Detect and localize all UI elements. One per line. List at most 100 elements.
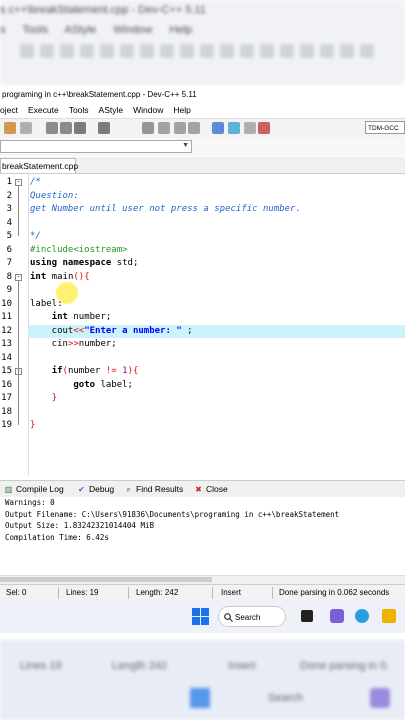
- line-number: 1: [6, 177, 12, 187]
- code-line[interactable]: label:: [30, 298, 63, 312]
- menu-item-tools[interactable]: Tools: [69, 103, 89, 117]
- line-number: 2: [6, 190, 12, 201]
- check-icon[interactable]: [228, 122, 240, 134]
- ghost-title: s c++\breakStatement.cpp - Dev-C++ 5.11: [0, 4, 206, 16]
- ghost-mode: Insert: [228, 660, 256, 672]
- menu-item-help[interactable]: Help: [173, 103, 190, 117]
- code-line[interactable]: int number;: [30, 311, 112, 325]
- log-line: Output Filename: C:\Users\91836\Document…: [5, 509, 340, 519]
- taskbar: Search: [0, 601, 405, 633]
- line-number: 12: [1, 325, 12, 336]
- fold-toggle-icon[interactable]: -: [15, 273, 22, 281]
- fold-toggle-icon[interactable]: -: [15, 179, 22, 186]
- panel-tab-label: Find Results: [136, 484, 184, 494]
- window-title-bar: programing in c++\breakStatement.cpp - D…: [0, 88, 405, 102]
- menu-item-astyle[interactable]: AStyle: [99, 103, 124, 117]
- undo-icon[interactable]: [4, 122, 16, 134]
- indent-icon[interactable]: [74, 122, 86, 134]
- tab-compile-log[interactable]: ▥ Compile Log: [4, 483, 64, 495]
- tab-debug[interactable]: ✔ Debug: [77, 483, 114, 495]
- code-line[interactable]: int main(){: [30, 271, 90, 285]
- log-line: Compilation Time: 6.42s: [5, 532, 109, 542]
- task-view-icon[interactable]: [301, 610, 313, 622]
- code-line[interactable]: /*: [30, 176, 41, 190]
- ghost-toolbar: [20, 44, 400, 62]
- menu-item-window[interactable]: Window: [133, 103, 163, 117]
- function-combo[interactable]: ▼: [0, 140, 192, 153]
- tab-close[interactable]: ✖ Close: [194, 483, 228, 495]
- line-number: 19: [1, 420, 12, 430]
- code-line[interactable]: cin>>number;: [30, 338, 117, 352]
- compiler-select[interactable]: TDM-GCC: [365, 121, 405, 134]
- log-line: Output Size: 1.83242321014404 MiB: [5, 521, 155, 530]
- fold-guide: [18, 186, 19, 236]
- fold-guide: [18, 280, 19, 425]
- log-line: Warnings: 0: [5, 498, 55, 507]
- line-number: 18: [1, 406, 12, 417]
- ghost-parse: Done parsing in 0.: [300, 660, 390, 672]
- ghost-length: Length 242: [112, 660, 168, 672]
- taskbar-search-label: Search: [235, 613, 261, 622]
- line-number: 15: [1, 366, 12, 376]
- debug-icon[interactable]: [258, 122, 270, 134]
- edge-icon[interactable]: [355, 609, 369, 623]
- menu-item-oject[interactable]: oject: [0, 103, 18, 117]
- code-line[interactable]: Question:: [30, 190, 79, 204]
- search-icon[interactable]: [46, 122, 58, 134]
- class-browser-row: ▼: [0, 138, 405, 156]
- unindent-icon[interactable]: [98, 122, 110, 134]
- tab-find-results[interactable]: ⌕ Find Results: [124, 483, 183, 495]
- line-number: 6: [6, 244, 12, 255]
- horizontal-scrollbar[interactable]: [0, 575, 405, 584]
- ghost-windows-icon: [190, 688, 210, 708]
- stop-icon[interactable]: [244, 122, 256, 134]
- line-number: 4: [6, 217, 12, 228]
- find-results-icon: ⌕: [126, 484, 131, 494]
- code-editor[interactable]: 1-/* 2 Question: 3 get Number until user not…: [0, 174, 405, 476]
- code-line[interactable]: get Number until user not press a specif…: [30, 203, 301, 217]
- status-mode: Insert: [221, 588, 242, 597]
- tab-breakstatement[interactable]: breakStatement.cpp: [0, 158, 78, 173]
- compile-log: Warnings: 0 Output Filename: C:\Users\918…: [0, 497, 405, 575]
- redo-icon[interactable]: [20, 122, 32, 134]
- rebuild-icon[interactable]: [212, 122, 224, 134]
- code-line[interactable]: goto label;: [30, 379, 133, 393]
- compile-icon[interactable]: [158, 122, 170, 134]
- line-number: 17: [1, 393, 12, 403]
- scrollbar-thumb[interactable]: [0, 577, 212, 582]
- line-number: 8: [6, 271, 12, 282]
- ghost-lines: Lines 19: [20, 660, 62, 672]
- chevron-down-icon[interactable]: ▼: [182, 142, 189, 149]
- menu-item-execute[interactable]: Execute: [28, 103, 59, 117]
- panel-tab-label: Compile Log: [16, 484, 64, 494]
- replace-icon[interactable]: [60, 122, 72, 134]
- code-line[interactable]: */: [30, 230, 41, 244]
- code-line[interactable]: if(number != 1){: [30, 365, 139, 379]
- code-line[interactable]: cout<<"Enter a number: " ;: [30, 325, 193, 339]
- search-icon: [224, 613, 233, 622]
- code-line[interactable]: }: [30, 419, 35, 433]
- windows-start-icon[interactable]: [192, 608, 209, 625]
- menu-bar: oject Execute Tools AStyle Window Help: [0, 103, 405, 117]
- toolbar: TDM-GCC: [0, 118, 405, 139]
- bookmark-icon[interactable]: [142, 122, 154, 134]
- output-panel-tabs: ▥ Compile Log ✔ Debug ⌕ Find Results ✖ Close: [0, 480, 405, 497]
- code-line[interactable]: #include<iostream>: [30, 244, 128, 258]
- line-number: 13: [1, 339, 12, 349]
- code-line[interactable]: using namespace std;: [30, 257, 138, 271]
- compile-run-icon[interactable]: [188, 122, 200, 134]
- teams-icon[interactable]: [330, 609, 344, 623]
- line-number: 16: [1, 379, 12, 390]
- code-line[interactable]: }: [30, 392, 57, 406]
- panel-tab-label: Debug: [89, 484, 115, 494]
- line-number: 10: [1, 298, 12, 309]
- status-bar: Sel: 0 Lines: 19 Length: 242 Insert Done…: [0, 584, 405, 601]
- window-title: programing in c++\breakStatement.cpp - D…: [2, 90, 197, 99]
- line-number: 3: [6, 204, 12, 214]
- run-icon[interactable]: [174, 122, 186, 134]
- line-number: 11: [1, 312, 12, 322]
- ghost-search: Search: [268, 692, 303, 704]
- compile-log-icon: ▥: [4, 484, 13, 494]
- panel-tab-label: Close: [206, 484, 228, 494]
- file-explorer-icon[interactable]: [382, 609, 396, 623]
